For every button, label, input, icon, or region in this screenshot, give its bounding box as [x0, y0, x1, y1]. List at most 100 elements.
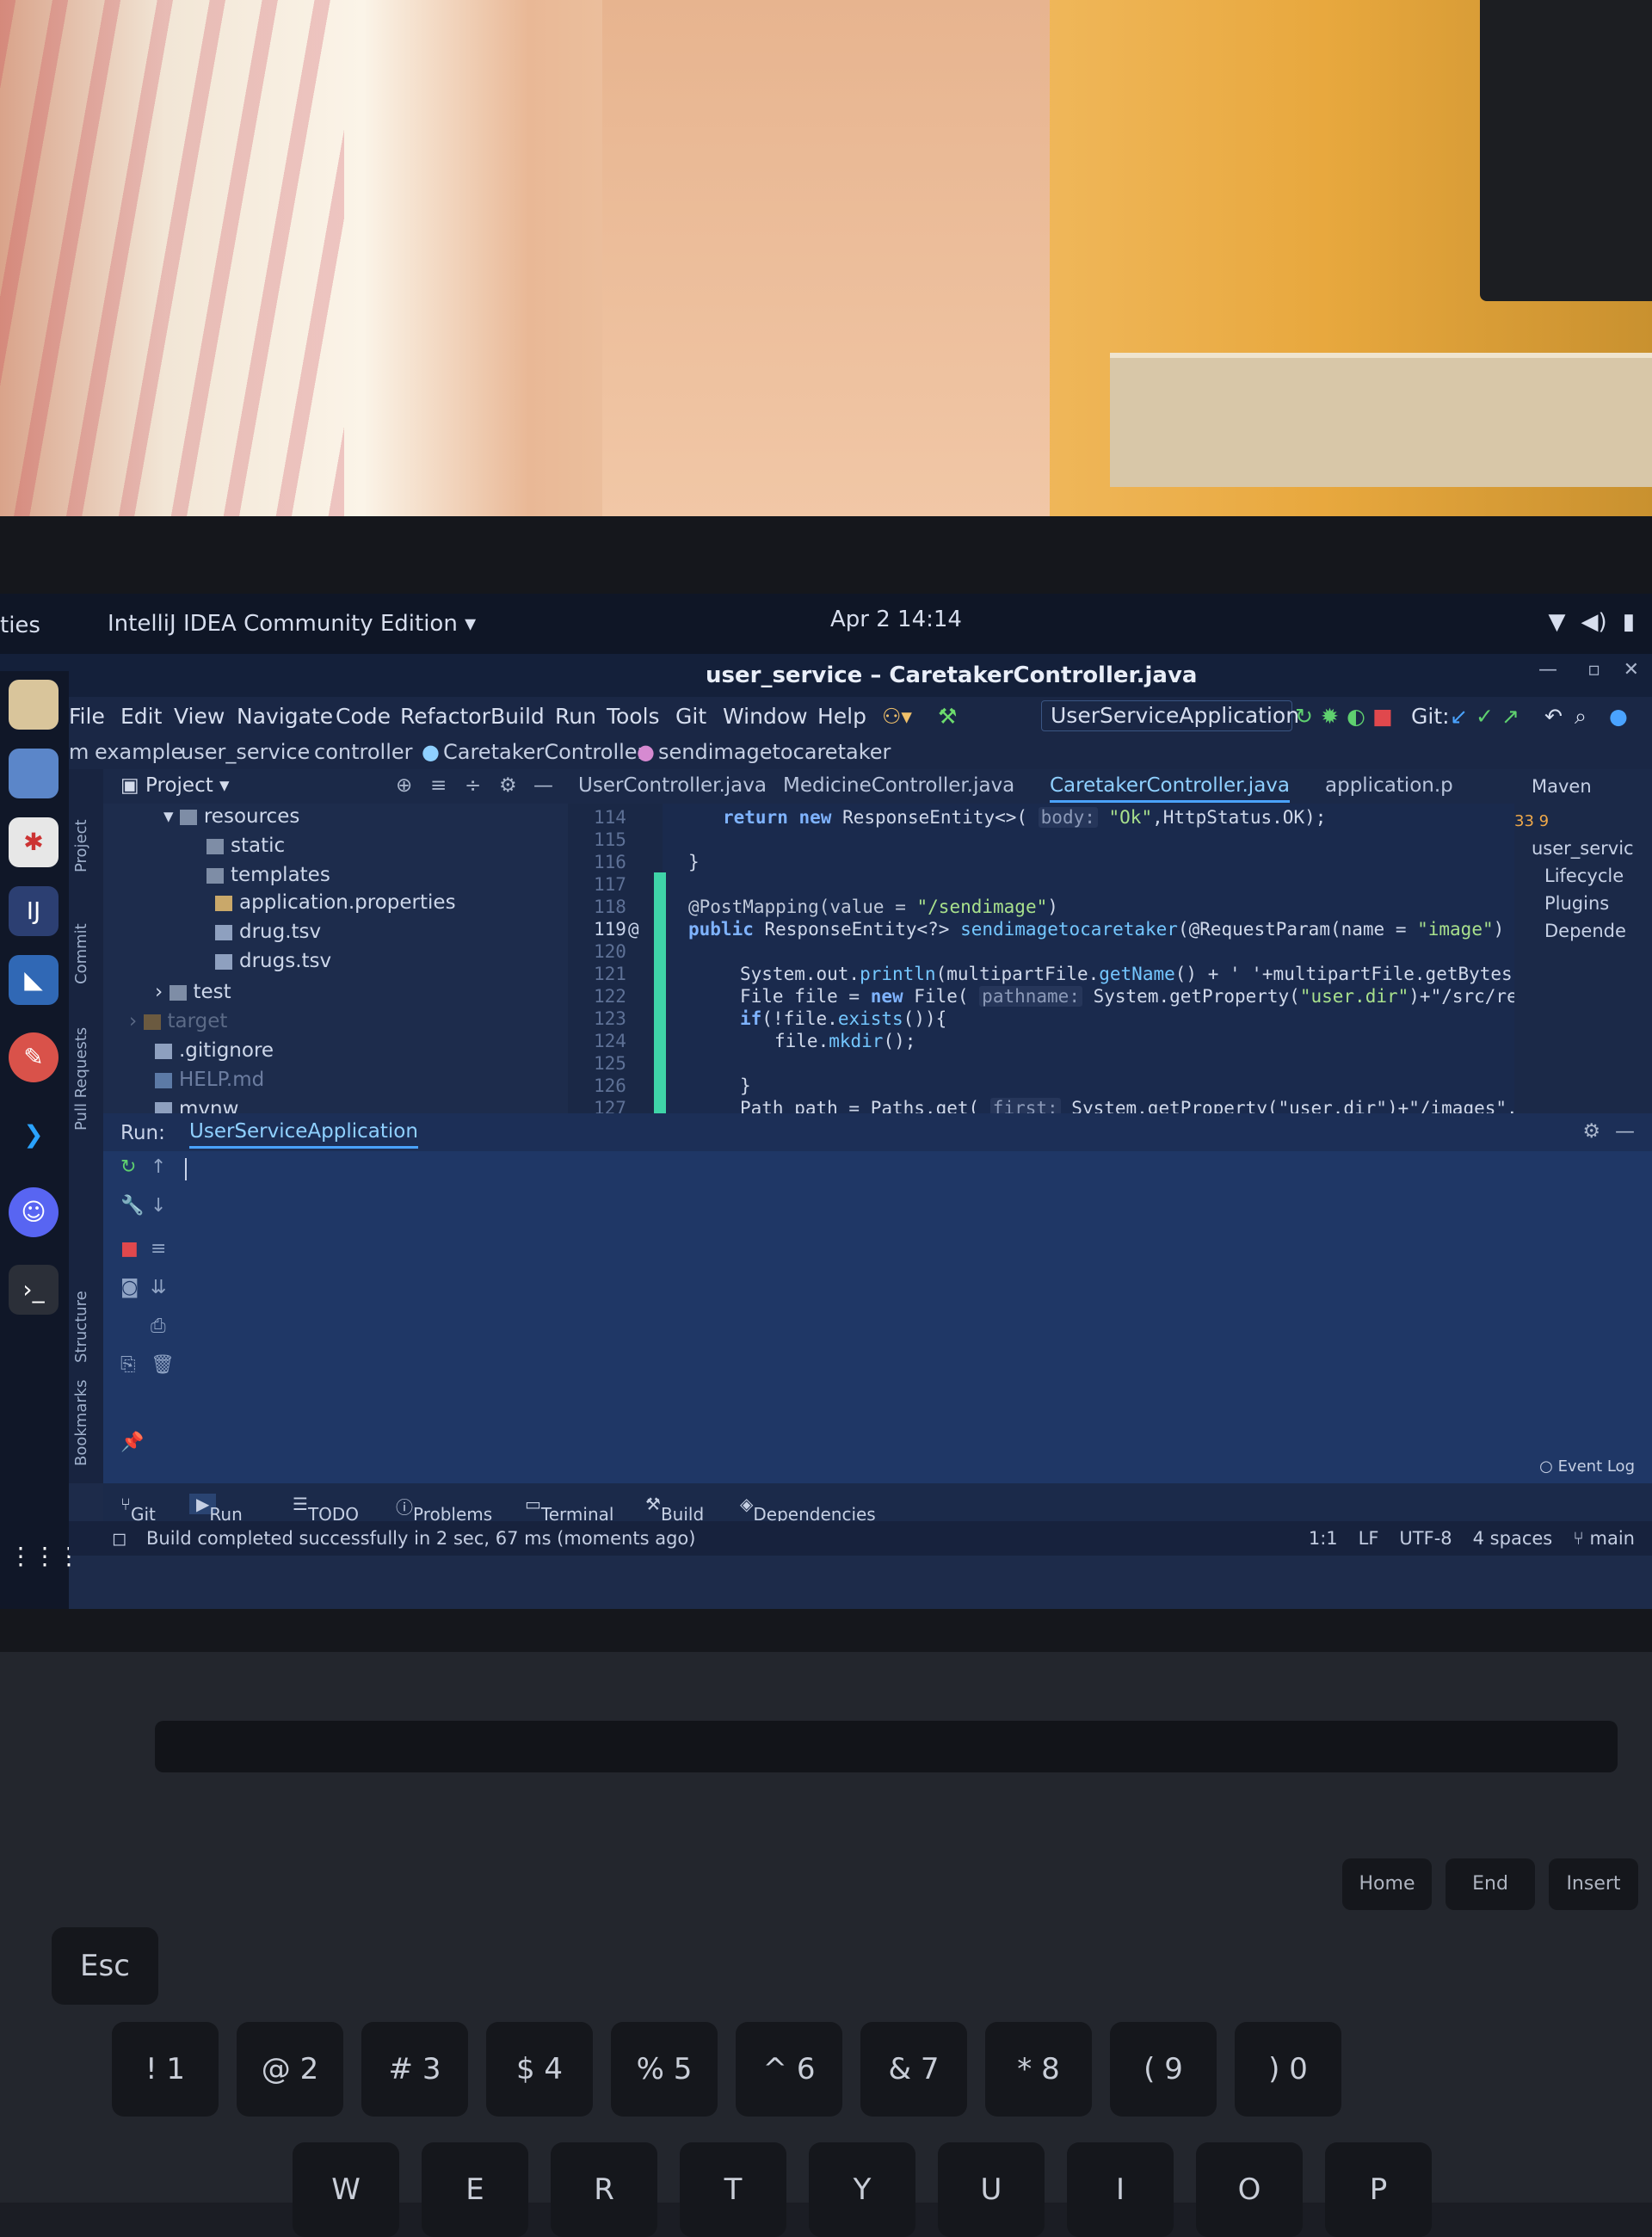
update-icon[interactable]: ● [1609, 704, 1628, 729]
indent-setting[interactable]: 4 spaces [1473, 1528, 1553, 1549]
tree-item[interactable]: ▾ resources [163, 805, 299, 828]
menu-refactor[interactable]: Refactor [400, 704, 490, 729]
maven-tree-item[interactable]: user_servic [1532, 838, 1634, 859]
tree-item[interactable]: .gitignore [155, 1039, 274, 1062]
key[interactable]: P [1325, 2142, 1432, 2237]
key[interactable]: # 3 [361, 2022, 468, 2117]
minimize-icon[interactable]: — [1538, 659, 1557, 681]
expand-all-icon[interactable]: ≡ [430, 774, 447, 797]
tree-item[interactable]: › target [129, 1010, 227, 1032]
app-menu[interactable]: IntelliJ IDEA Community Edition ▾ [108, 611, 476, 637]
maven-tree-item[interactable]: Lifecycle [1544, 866, 1624, 886]
git-commit-icon[interactable]: ✓ [1476, 704, 1494, 729]
tool-build[interactable]: ⚒ Build [645, 1494, 704, 1525]
tab-usercontroller[interactable]: UserController.java [578, 774, 767, 797]
event-log[interactable]: ○ Event Log [1539, 1457, 1635, 1476]
key[interactable]: E [422, 2142, 528, 2237]
terminal-icon[interactable]: ›_ [9, 1265, 59, 1315]
gear-icon[interactable]: ⚙ [1582, 1120, 1600, 1143]
menu-navigate[interactable]: Navigate [237, 704, 333, 729]
git-push-icon[interactable]: ↗ [1501, 704, 1519, 729]
activities-button[interactable]: ties [0, 613, 40, 638]
menu-file[interactable]: File [69, 704, 105, 729]
key[interactable]: ( 9 [1110, 2022, 1217, 2117]
soft-wrap-icon[interactable]: ≡ [151, 1238, 166, 1260]
menu-edit[interactable]: Edit [120, 704, 162, 729]
maven-tree-item[interactable]: Depende [1544, 921, 1626, 941]
tool-todo[interactable]: ☰ TODO [293, 1494, 359, 1525]
breadcrumb-item[interactable]: sendimagetocaretaker [658, 740, 891, 764]
build-status-message[interactable]: Build completed successfully in 2 sec, 6… [146, 1528, 695, 1549]
key[interactable]: I [1067, 2142, 1174, 2237]
maximize-icon[interactable]: ▫ [1587, 659, 1600, 681]
breadcrumb-item[interactable]: user_service [181, 740, 310, 764]
git-branch[interactable]: ⑂ main [1573, 1528, 1635, 1549]
tool-run[interactable]: ▶ Run [189, 1494, 243, 1525]
collapse-all-icon[interactable]: ÷ [465, 774, 481, 797]
tool-dependencies[interactable]: ◈ Dependencies [740, 1494, 876, 1525]
wrench-icon[interactable]: 🔧 [120, 1195, 144, 1217]
menu-view[interactable]: View [174, 704, 225, 729]
breadcrumb-item[interactable]: CaretakerController [443, 740, 645, 764]
key[interactable]: ^ 6 [736, 2022, 842, 2117]
close-icon[interactable]: ✕ [1624, 659, 1639, 681]
mysql-workbench-icon[interactable]: ◣ [9, 955, 59, 1005]
hide-icon[interactable]: — [533, 774, 553, 797]
discord-icon[interactable]: ☺ [9, 1187, 59, 1237]
key-insert[interactable]: Insert [1549, 1858, 1638, 1910]
vscode-icon[interactable]: ❯ [9, 1110, 59, 1160]
tab-medicinecontroller[interactable]: MedicineController.java [783, 774, 1014, 797]
key[interactable]: * 8 [985, 2022, 1092, 2117]
maven-tree-item[interactable]: Plugins [1544, 893, 1609, 914]
key[interactable]: U [938, 2142, 1045, 2237]
locate-icon[interactable]: ⊕ [396, 774, 412, 797]
rerun-icon[interactable]: ↻ [1295, 704, 1313, 729]
key[interactable]: R [551, 2142, 657, 2237]
key[interactable]: ! 1 [112, 2022, 219, 2117]
show-apps-icon[interactable]: ⋮⋮⋮ [9, 1531, 81, 1581]
build-hammer-icon[interactable]: ⚒ [938, 704, 957, 729]
hide-icon[interactable]: — [1615, 1120, 1635, 1143]
tool-problems[interactable]: ⓘ Problems [396, 1494, 492, 1525]
caret-position[interactable]: 1:1 [1309, 1528, 1338, 1549]
key[interactable]: ) 0 [1235, 2022, 1341, 2117]
menu-run[interactable]: Run [555, 704, 596, 729]
tool-git[interactable]: ⑂ Git [120, 1494, 156, 1525]
dock-app-icon[interactable] [9, 680, 59, 730]
gear-icon[interactable]: ⚙ [499, 774, 517, 797]
menu-git[interactable]: Git [675, 704, 706, 729]
search-icon[interactable]: ⌕ [1575, 704, 1587, 730]
restore-layout-icon[interactable]: ⎘ [120, 1354, 136, 1376]
tool-bookmarks[interactable]: Bookmarks [72, 1379, 90, 1466]
tab-application-properties[interactable]: application.p [1325, 774, 1453, 797]
tree-item[interactable]: drug.tsv [215, 921, 321, 943]
menu-code[interactable]: Code [336, 704, 391, 729]
key[interactable]: O [1196, 2142, 1303, 2237]
key[interactable]: @ 2 [237, 2022, 343, 2117]
tab-caretakercontroller[interactable]: CaretakerController.java [1050, 774, 1290, 803]
trash-icon[interactable]: 🗑 [151, 1354, 175, 1376]
tool-terminal[interactable]: ▭ Terminal [525, 1494, 613, 1525]
down-icon[interactable]: ↓ [151, 1195, 166, 1217]
stop-icon[interactable]: ■ [120, 1238, 139, 1260]
line-separator[interactable]: LF [1359, 1528, 1379, 1549]
undo-icon[interactable]: ↶ [1544, 704, 1563, 729]
maven-tab[interactable]: Maven [1532, 776, 1592, 797]
clock[interactable]: Apr 2 14:14 [830, 607, 962, 632]
debug-icon[interactable]: ✹ [1321, 704, 1339, 729]
up-icon[interactable]: ↑ [151, 1156, 166, 1178]
key[interactable]: T [680, 2142, 786, 2237]
intellij-icon[interactable]: IJ [9, 886, 59, 936]
key[interactable]: Y [809, 2142, 915, 2237]
run-configuration-selector[interactable]: UserServiceApplication ▾ [1041, 700, 1299, 757]
pin-icon[interactable]: 📌 [120, 1432, 144, 1453]
key-esc[interactable]: Esc [52, 1927, 158, 2005]
files-icon[interactable] [9, 749, 59, 798]
key[interactable]: $ 4 [486, 2022, 593, 2117]
file-encoding[interactable]: UTF-8 [1399, 1528, 1452, 1549]
tree-item[interactable]: application.properties [215, 891, 456, 914]
stop-icon[interactable]: ■ [1372, 704, 1393, 729]
vcs-change-marker[interactable] [654, 872, 666, 1113]
breadcrumb-item[interactable]: m [69, 740, 89, 764]
warning-count[interactable]: 33 9 [1514, 812, 1549, 830]
